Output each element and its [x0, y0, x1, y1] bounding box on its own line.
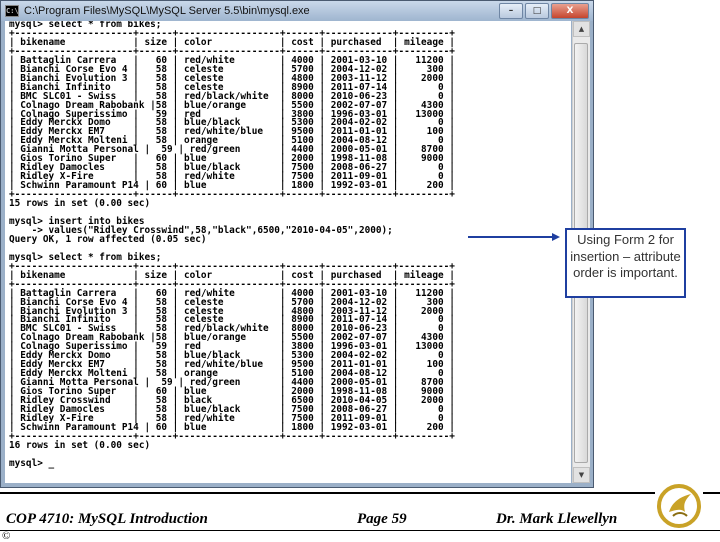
maximize-button[interactable]: □	[525, 3, 549, 19]
window-title: C:\Program Files\MySQL\MySQL Server 5.5\…	[24, 5, 310, 17]
console-line: 15 rows in set (0.00 sec)	[9, 198, 151, 210]
console-line: 16 rows in set (0.00 sec)	[9, 439, 151, 451]
console-output[interactable]: mysql> select * from bikes; +-----------…	[5, 21, 571, 483]
console-line: mysql> _	[9, 457, 55, 469]
console-app-icon: C:\	[5, 5, 19, 17]
close-button[interactable]: X	[551, 3, 589, 19]
console-line: Query OK, 1 row affected (0.05 sec)	[9, 233, 207, 245]
footer-bottom-divider	[0, 530, 720, 531]
minimize-button[interactable]: –	[499, 3, 523, 19]
scroll-down-icon[interactable]: ▼	[573, 467, 590, 483]
mysql-console-window[interactable]: C:\ C:\Program Files\MySQL\MySQL Server …	[0, 0, 594, 488]
footer-page-number: Page 59	[357, 511, 407, 527]
window-titlebar[interactable]: C:\ C:\Program Files\MySQL\MySQL Server …	[1, 1, 593, 21]
console-text: mysql> select * from bikes; +-----------…	[5, 21, 571, 469]
callout-arrow-icon	[468, 233, 560, 241]
scroll-up-icon[interactable]: ▲	[573, 21, 590, 37]
footer-divider	[0, 492, 720, 494]
footer-course-title: COP 4710: MySQL Introduction	[6, 511, 208, 527]
ucf-pegasus-logo-icon	[655, 482, 703, 530]
footer-author: Dr. Mark Llewellyn	[496, 511, 618, 527]
callout-note: Using Form 2 for insertion – attribute o…	[565, 228, 686, 298]
window-controls: – □ X	[499, 3, 589, 19]
copyright-symbol: ©	[2, 530, 11, 542]
